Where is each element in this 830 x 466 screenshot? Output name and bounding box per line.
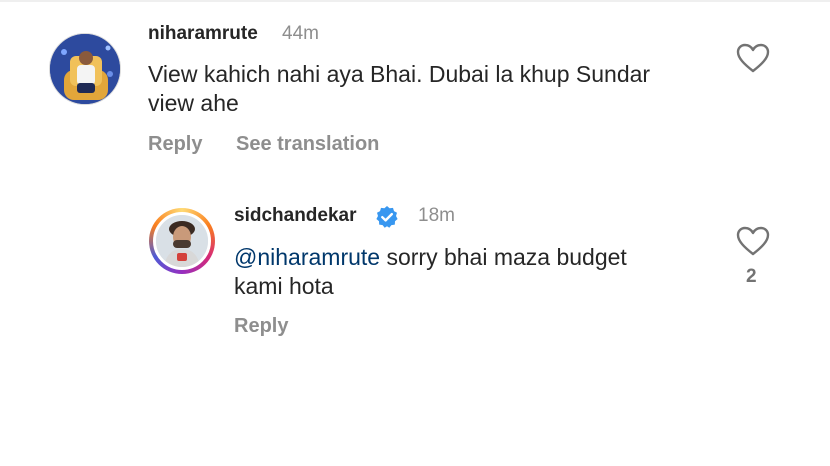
avatar[interactable] [153, 212, 211, 270]
comment-username[interactable]: niharamrute [148, 23, 258, 45]
like-count: 2 [746, 266, 757, 287]
see-translation-button[interactable]: See translation [236, 133, 379, 156]
heart-outline-icon[interactable] [736, 43, 770, 73]
comment-text-line-1: @niharamrute sorry bhai maza budget [234, 243, 627, 272]
mention-link[interactable]: @niharamrute [234, 244, 380, 270]
comment-username[interactable]: sidchandekar [234, 205, 357, 227]
verified-badge-icon [376, 206, 398, 228]
comment-timestamp: 18m [418, 205, 455, 226]
comment-text-line-1: View kahich nahi aya Bhai. Dubai la khup… [148, 61, 651, 87]
comment-timestamp: 44m [282, 23, 319, 44]
reply-button[interactable]: Reply [234, 315, 288, 338]
top-divider [0, 0, 830, 2]
comment-text-line-2: kami hota [234, 273, 334, 299]
reply-button[interactable]: Reply [148, 133, 202, 156]
avatar[interactable] [49, 33, 121, 105]
heart-outline-icon[interactable] [736, 226, 770, 256]
comment-text: sorry bhai maza budget [380, 244, 627, 270]
comment-text-line-2: view ahe [148, 90, 239, 116]
